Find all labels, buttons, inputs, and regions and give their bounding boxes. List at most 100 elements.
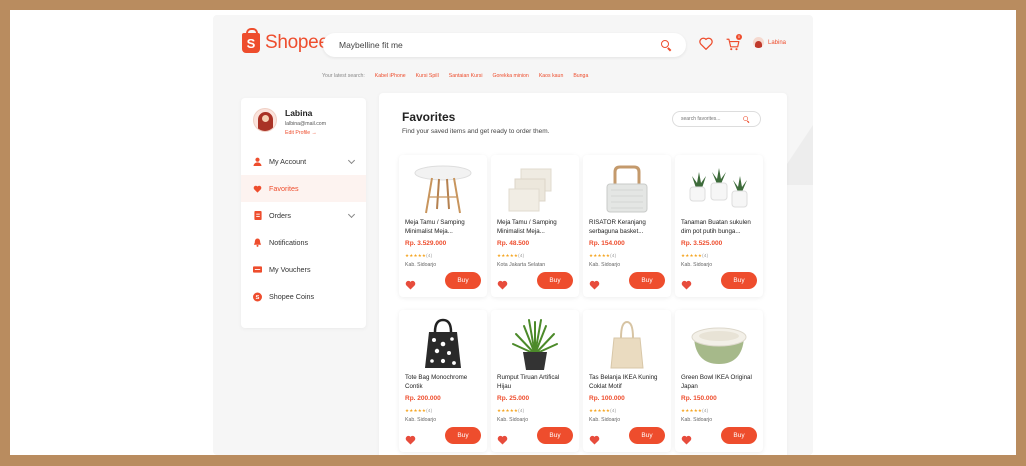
product-name[interactable]: Tas Belanja IKEA Kuning Coklat Motif xyxy=(589,374,667,392)
favorite-heart-icon[interactable] xyxy=(681,432,692,450)
product-name[interactable]: Tote Bag Monochrome Contik xyxy=(405,374,483,392)
star-rating: ★★★★★ xyxy=(681,253,703,258)
product-card[interactable]: Tanaman Buatan sukulen dim pot putih bun… xyxy=(675,155,763,297)
favorite-heart-icon[interactable] xyxy=(497,277,508,295)
latest-search-link[interactable]: Kursi Spill xyxy=(416,73,439,79)
favorite-heart-icon[interactable] xyxy=(681,277,692,295)
search-icon[interactable] xyxy=(743,115,750,123)
product-card[interactable]: Meja Tamu / Samping Minimalist Meja... R… xyxy=(399,155,487,297)
shopee-logo[interactable]: S Shopee xyxy=(242,28,329,54)
avatar xyxy=(753,37,764,48)
sidebar-item-coins[interactable]: S Shopee Coins xyxy=(241,283,366,310)
page-subtitle: Find your saved items and get ready to o… xyxy=(402,128,550,135)
favorite-heart-icon[interactable] xyxy=(497,432,508,450)
sidebar-item-label: Shopee Coins xyxy=(269,292,315,301)
product-location: Kab. Sidoarjo xyxy=(497,417,529,423)
buy-button[interactable]: Buy xyxy=(629,272,665,289)
buy-button[interactable]: Buy xyxy=(721,272,757,289)
user-icon xyxy=(253,157,262,166)
rating-count: (4) xyxy=(426,253,433,258)
star-rating: ★★★★★ xyxy=(589,408,611,413)
product-name[interactable]: RISATOR Keranjang serbaguna basket... xyxy=(589,219,667,237)
sidebar-menu: My Account Favorites Orders Notification… xyxy=(241,148,366,310)
buy-button[interactable]: Buy xyxy=(445,427,481,444)
sidebar-item-label: My Vouchers xyxy=(269,265,311,274)
product-card[interactable]: Tas Belanja IKEA Kuning Coklat Motif Rp.… xyxy=(583,310,671,452)
table-icon xyxy=(407,161,479,219)
product-price: Rp. 100.000 xyxy=(589,395,625,402)
buy-button[interactable]: Buy xyxy=(445,272,481,289)
product-name[interactable]: Tanaman Buatan sukulen dim pot putih bun… xyxy=(681,219,759,237)
sidebar-item-favorites[interactable]: Favorites xyxy=(241,175,366,202)
latest-search-link[interactable]: Bunga xyxy=(573,73,588,79)
rating-stars: ★★★★★(4) xyxy=(681,408,708,414)
product-card[interactable]: Tote Bag Monochrome Contik Rp. 200.000 ★… xyxy=(399,310,487,452)
product-price: Rp. 3.525.000 xyxy=(681,240,723,247)
wishlist-heart-icon[interactable] xyxy=(699,37,713,55)
product-name[interactable]: Meja Tamu / Samping Minimalist Meja... xyxy=(497,219,575,237)
favorite-heart-icon[interactable] xyxy=(405,432,416,450)
tote-bag-icon xyxy=(407,316,479,374)
latest-search-link[interactable]: Santaian Kursi xyxy=(449,73,483,79)
star-rating: ★★★★★ xyxy=(497,253,519,258)
product-name[interactable]: Meja Tamu / Samping Minimalist Meja... xyxy=(405,219,483,237)
favorite-heart-icon[interactable] xyxy=(589,432,600,450)
heart-icon xyxy=(253,184,262,193)
profile-name: Labina xyxy=(285,108,313,118)
product-location: Kab. Sidoarjo xyxy=(405,417,437,423)
favorite-heart-icon[interactable] xyxy=(405,277,416,295)
product-price: Rp. 200.000 xyxy=(405,395,441,402)
buy-button[interactable]: Buy xyxy=(629,427,665,444)
star-rating: ★★★★★ xyxy=(589,253,611,258)
sidebar-item-notifications[interactable]: Notifications xyxy=(241,229,366,256)
sidebar-item-vouchers[interactable]: My Vouchers xyxy=(241,256,366,283)
latest-search-link[interactable]: Kaos kaun xyxy=(539,73,564,79)
header: S Shopee Your latest search: Kabel iPhon… xyxy=(213,15,813,85)
voucher-icon xyxy=(253,265,262,274)
search-icon[interactable] xyxy=(661,39,672,51)
coaster-icon xyxy=(499,161,571,219)
product-price: Rp. 150.000 xyxy=(681,395,717,402)
rating-count: (4) xyxy=(702,408,709,413)
bell-icon xyxy=(253,238,262,247)
sidebar-item-label: My Account xyxy=(269,157,307,166)
product-location: Kab. Sidoarjo xyxy=(681,417,713,423)
product-name[interactable]: Green Bowl IKEA Original Japan xyxy=(681,374,759,392)
basket-icon xyxy=(591,161,663,219)
rating-count: (4) xyxy=(518,408,525,413)
buy-button[interactable]: Buy xyxy=(721,427,757,444)
latest-search-link[interactable]: Gorekka minion xyxy=(492,73,528,79)
shopee-page: S Shopee Your latest search: Kabel iPhon… xyxy=(213,15,813,455)
succulent-icon xyxy=(683,161,755,219)
latest-search-link[interactable]: Kabel iPhone xyxy=(375,73,406,79)
latest-search-label: Your latest search: xyxy=(322,73,365,79)
svg-text:S: S xyxy=(256,295,260,301)
product-location: Kab. Sidoarjo xyxy=(681,262,713,268)
sidebar-item-my-account[interactable]: My Account xyxy=(241,148,366,175)
sidebar-item-orders[interactable]: Orders xyxy=(241,202,366,229)
product-card[interactable]: Green Bowl IKEA Original Japan Rp. 150.0… xyxy=(675,310,763,452)
rating-count: (4) xyxy=(610,408,617,413)
search-input[interactable] xyxy=(339,40,661,50)
product-card[interactable]: RISATOR Keranjang serbaguna basket... Rp… xyxy=(583,155,671,297)
edit-profile-link[interactable]: Edit Profile → xyxy=(285,130,326,136)
cart-icon[interactable]: 0 xyxy=(726,34,742,56)
chevron-down-icon[interactable] xyxy=(347,210,356,219)
product-card[interactable]: Rumput Tiruan Artifical Hijau Rp. 25.000… xyxy=(491,310,579,452)
bowl-icon xyxy=(683,316,755,374)
star-rating: ★★★★★ xyxy=(405,253,427,258)
buy-button[interactable]: Buy xyxy=(537,272,573,289)
profile-avatar xyxy=(253,108,277,132)
product-name[interactable]: Rumput Tiruan Artifical Hijau xyxy=(497,374,575,392)
buy-button[interactable]: Buy xyxy=(537,427,573,444)
search-bar[interactable] xyxy=(323,33,686,57)
favorites-search[interactable] xyxy=(672,111,761,127)
chevron-down-icon[interactable] xyxy=(347,156,356,165)
rating-stars: ★★★★★(4) xyxy=(497,253,524,259)
product-card[interactable]: Meja Tamu / Samping Minimalist Meja... R… xyxy=(491,155,579,297)
page-title: Favorites xyxy=(402,110,456,124)
favorite-heart-icon[interactable] xyxy=(589,277,600,295)
shopee-bag-icon: S xyxy=(242,28,260,53)
favorites-search-input[interactable] xyxy=(681,116,741,122)
user-menu[interactable]: Labina xyxy=(753,37,786,48)
